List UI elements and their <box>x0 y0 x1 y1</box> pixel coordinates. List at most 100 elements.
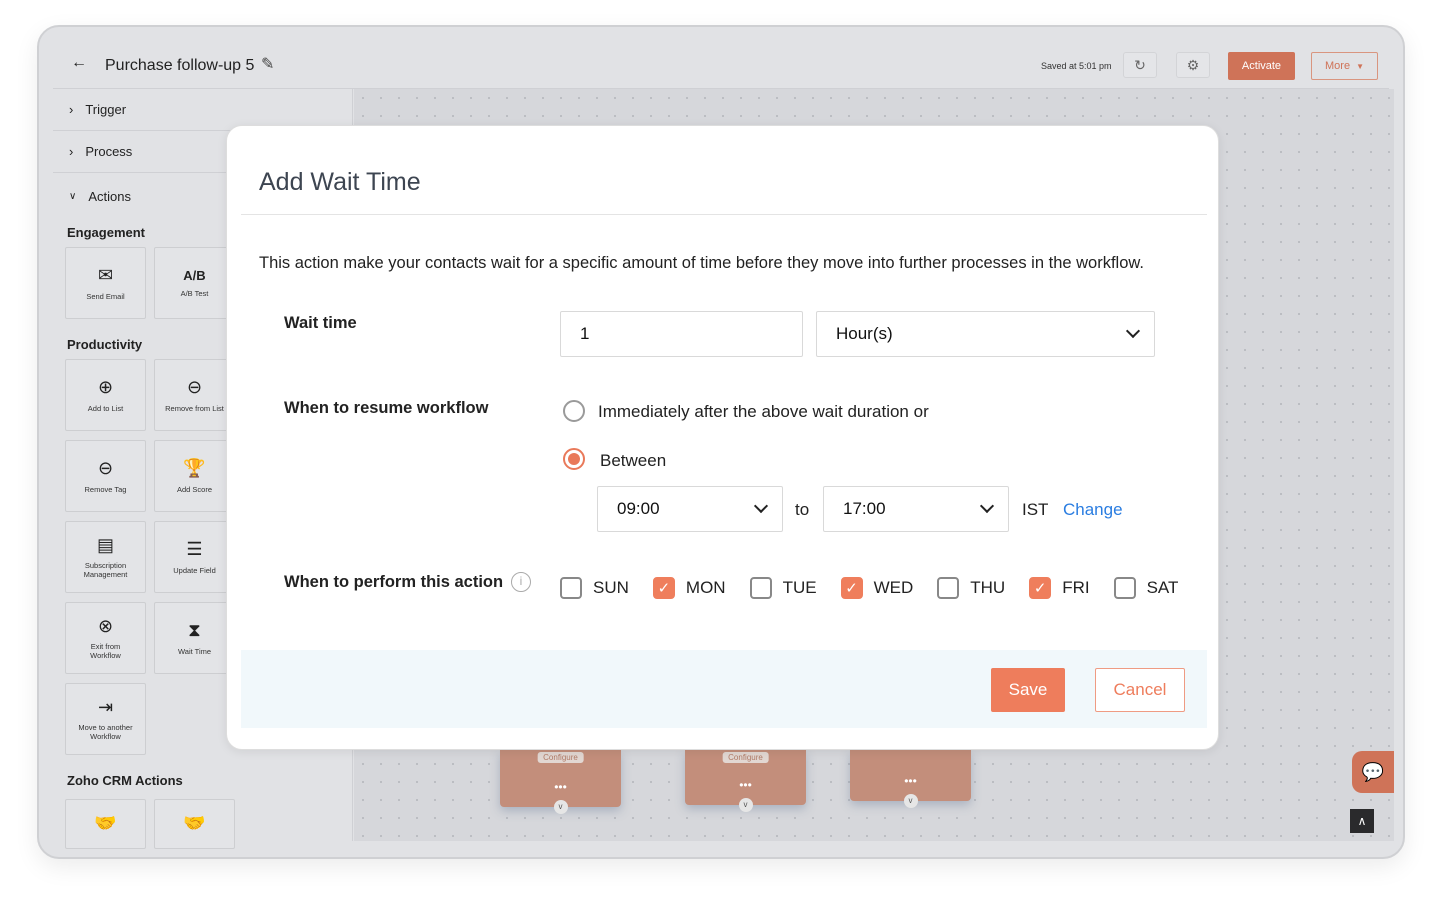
refresh-button[interactable]: ↻ <box>1123 52 1157 78</box>
info-icon[interactable]: i <box>511 572 531 592</box>
save-button[interactable]: Save <box>991 668 1065 712</box>
day-label: WED <box>873 578 914 597</box>
more-label: More <box>1325 60 1351 72</box>
day-sun[interactable]: SUN <box>560 577 629 599</box>
day-checkboxes: SUN ✓ MON TUE ✓ WED THU ✓ FRI SAT <box>560 577 1202 599</box>
day-label: TUE <box>782 578 817 597</box>
workflow-node[interactable]: ••• v <box>850 750 971 808</box>
checkbox[interactable] <box>937 577 960 599</box>
chevron-down-icon[interactable]: v <box>553 800 568 814</box>
tile-exit-workflow[interactable]: ⊗ Exit from Workflow <box>65 602 146 674</box>
tile-label: Send Email <box>86 291 125 301</box>
crm-heading: Zoho CRM Actions <box>67 773 183 788</box>
gear-icon: ⚙ <box>1186 56 1200 73</box>
configure-label[interactable]: Configure <box>722 752 769 763</box>
checkbox[interactable] <box>560 577 582 599</box>
header: ← Purchase follow-up 5 ✎ Saved at 5:01 p… <box>53 41 1389 89</box>
tile-label: Add Score <box>176 484 213 494</box>
chevron-down-icon <box>753 498 769 514</box>
pencil-icon[interactable]: ✎ <box>261 54 274 74</box>
chevron-down-icon[interactable]: v <box>903 794 918 808</box>
dialog-footer: Save Cancel <box>241 650 1207 728</box>
tile-label: Remove from List <box>165 403 224 413</box>
day-mon[interactable]: ✓ MON <box>652 577 726 599</box>
tile-crm-1[interactable]: 🤝 <box>65 799 146 849</box>
tile-remove-tag[interactable]: ⊖ Remove Tag <box>65 440 146 512</box>
day-tue[interactable]: TUE <box>749 577 817 599</box>
tile-add-to-list[interactable]: ⊕ Add to List <box>65 359 146 431</box>
wait-time-label: Wait time <box>284 314 357 332</box>
tile-remove-from-list[interactable]: ⊖ Remove from List <box>154 359 235 431</box>
exit-icon: ⊗ <box>97 615 114 636</box>
cancel-button[interactable]: Cancel <box>1095 668 1185 712</box>
handshake-check-icon: 🤝 <box>183 813 206 834</box>
tile-label: Move to another Workflow <box>78 723 133 742</box>
change-timezone-link[interactable]: Change <box>1063 500 1123 520</box>
scroll-top-button[interactable]: ∧ <box>1350 809 1374 833</box>
section-label: Process <box>85 144 133 159</box>
from-time-select[interactable]: 09:00 <box>597 486 783 532</box>
day-thu[interactable]: THU <box>937 577 1005 599</box>
radio-between[interactable] <box>563 448 585 470</box>
caret-down-icon: ▼ <box>1356 61 1364 71</box>
tile-update-field[interactable]: ☰ Update Field <box>154 521 235 593</box>
checkbox[interactable] <box>1113 577 1136 599</box>
tile-move-workflow[interactable]: ⇥ Move to another Workflow <box>65 683 146 755</box>
workflow-node[interactable]: Configure ••• v <box>500 750 621 814</box>
update-field-icon: ☰ <box>186 539 203 560</box>
chevron-up-icon: ∧ <box>1357 814 1367 828</box>
workflow-title: Purchase follow-up 5 <box>105 57 255 74</box>
more-dots-icon[interactable]: ••• <box>685 778 806 792</box>
checkbox-checked[interactable]: ✓ <box>1029 577 1052 599</box>
tile-label: Remove Tag <box>84 484 127 494</box>
tile-label: A/B Test <box>180 288 209 298</box>
chevron-right-icon: › <box>69 144 74 159</box>
ab-icon: A/B <box>183 268 206 284</box>
dialog-description: This action make your contacts wait for … <box>259 254 1144 272</box>
wait-time-input[interactable]: 1 <box>560 311 803 357</box>
tag-remove-icon: ⊖ <box>97 458 114 479</box>
day-sat[interactable]: SAT <box>1113 577 1179 599</box>
more-button[interactable]: More ▼ <box>1311 52 1378 80</box>
day-label: MON <box>685 578 726 597</box>
between-label: Between <box>600 451 667 470</box>
subscription-icon: ▤ <box>96 534 114 555</box>
envelope-icon: ✉ <box>97 265 114 286</box>
to-label: to <box>795 500 810 519</box>
immediately-label: Immediately after the above wait duratio… <box>598 402 929 421</box>
settings-button[interactable]: ⚙ <box>1176 52 1210 78</box>
section-label: Actions <box>88 188 131 204</box>
section-label: Trigger <box>85 102 127 117</box>
to-time-select[interactable]: 17:00 <box>823 486 1009 532</box>
workflow-node[interactable]: Configure ••• v <box>685 750 806 812</box>
hourglass-icon: ⧗ <box>188 620 201 641</box>
tile-crm-2[interactable]: 🤝 <box>154 799 235 849</box>
tile-label: Wait Time <box>177 646 212 656</box>
chat-button[interactable]: 💬 <box>1352 751 1394 793</box>
activate-button[interactable]: Activate <box>1228 52 1295 80</box>
chevron-down-icon <box>979 498 995 514</box>
tile-subscription-management[interactable]: ▤ Subscription Management <box>65 521 146 593</box>
checkbox[interactable] <box>749 577 772 599</box>
configure-label[interactable]: Configure <box>537 752 584 763</box>
day-fri[interactable]: ✓ FRI <box>1029 577 1090 599</box>
chevron-down-icon[interactable]: v <box>738 798 753 812</box>
day-label: SAT <box>1146 578 1179 597</box>
checkbox-checked[interactable]: ✓ <box>840 577 863 599</box>
saved-status: Saved at 5:01 pm <box>1041 61 1112 71</box>
wait-unit-select[interactable]: Hour(s) <box>816 311 1155 357</box>
dialog-title: Add Wait Time <box>259 168 421 196</box>
tile-add-score[interactable]: 🏆 Add Score <box>154 440 235 512</box>
more-dots-icon[interactable]: ••• <box>500 780 621 794</box>
chat-icon: 💬 <box>1361 761 1385 782</box>
checkbox-checked[interactable]: ✓ <box>652 577 675 599</box>
day-wed[interactable]: ✓ WED <box>840 577 914 599</box>
tile-ab-test[interactable]: A/B A/B Test <box>154 247 235 319</box>
select-value: 17:00 <box>843 499 886 518</box>
back-arrow-icon[interactable]: ← <box>71 54 87 72</box>
tile-send-email[interactable]: ✉ Send Email <box>65 247 146 319</box>
more-dots-icon[interactable]: ••• <box>850 774 971 788</box>
divider <box>241 214 1207 215</box>
tile-wait-time[interactable]: ⧗ Wait Time <box>154 602 235 674</box>
radio-immediately[interactable] <box>563 400 585 422</box>
